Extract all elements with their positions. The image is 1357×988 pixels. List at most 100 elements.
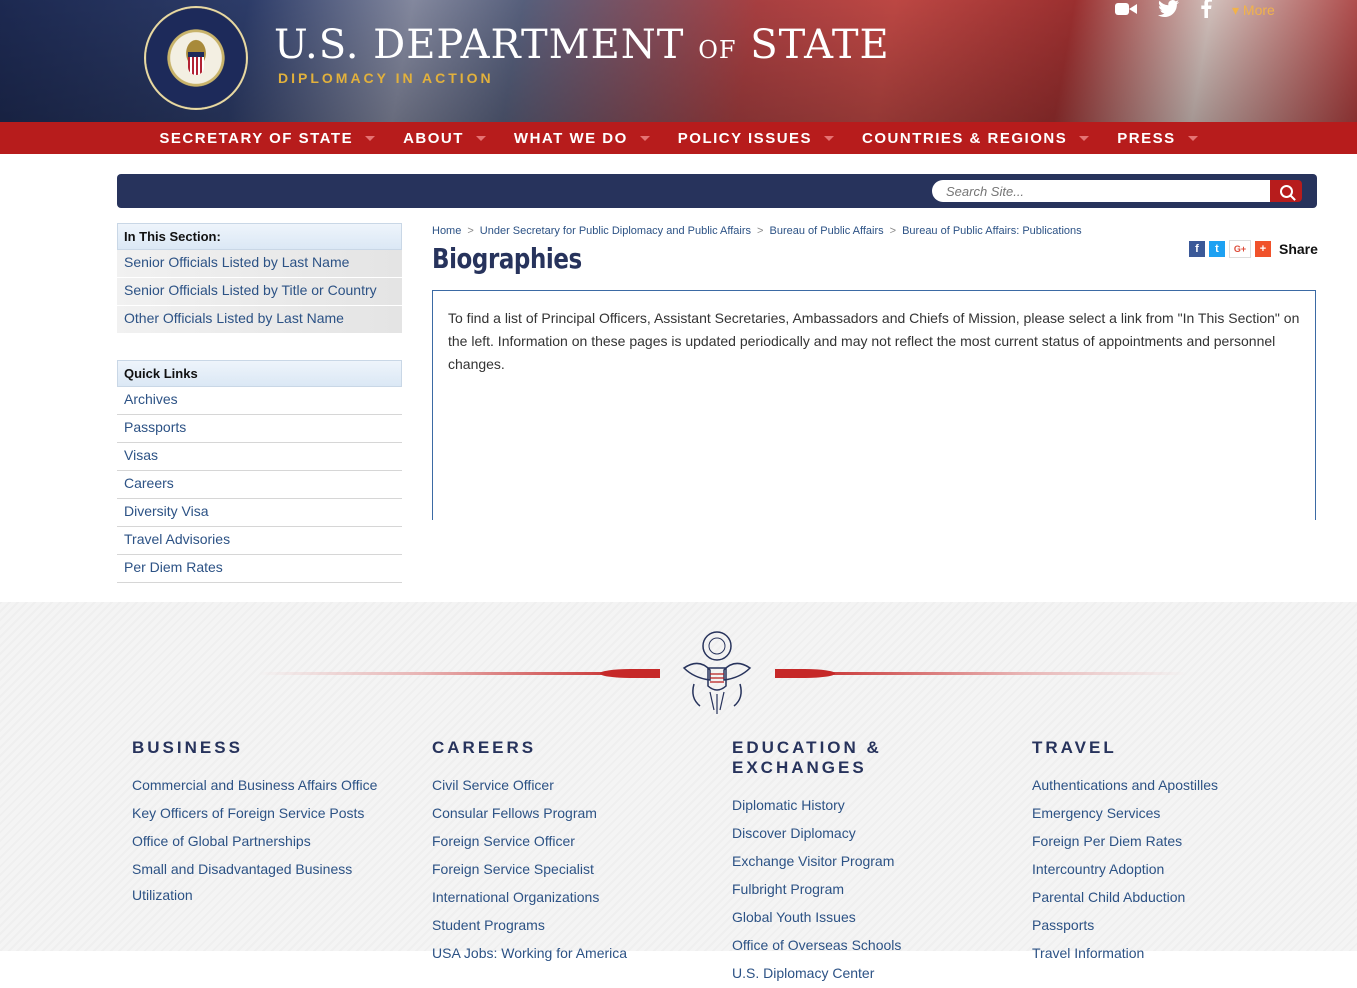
search-icon: [1279, 184, 1293, 198]
footer-link[interactable]: International Organizations: [432, 884, 722, 910]
quick-links-heading: Quick Links: [117, 360, 402, 387]
shield-icon: [188, 52, 204, 75]
quick-link[interactable]: Diversity Visa: [117, 499, 402, 527]
footer-link[interactable]: Small and Disadvantaged Business Utiliza…: [132, 856, 372, 908]
footer-wave-edge: [0, 596, 1357, 608]
site-tagline: DIPLOMACY IN ACTION: [278, 70, 494, 86]
footer-link[interactable]: Foreign Per Diem Rates: [1032, 828, 1322, 854]
content-box: To find a list of Principal Officers, As…: [432, 290, 1316, 520]
page-title: Biographies: [432, 242, 582, 275]
site-footer: BUSINESS Commercial and Business Affairs…: [0, 596, 1357, 981]
search-bar: [117, 174, 1317, 208]
caret-down-icon: [824, 135, 835, 141]
nav-secretary-of-state[interactable]: SECRETARY OF STATE: [159, 129, 376, 147]
footer-heading: CAREERS: [432, 738, 537, 757]
nav-about[interactable]: ABOUT: [403, 130, 486, 147]
quick-link[interactable]: Visas: [117, 443, 402, 471]
quick-link[interactable]: Passports: [117, 415, 402, 443]
footer-link[interactable]: Civil Service Officer: [432, 772, 722, 798]
caret-down-icon: [365, 135, 376, 141]
more-menu-button[interactable]: ▾ More: [1232, 2, 1275, 19]
footer-link[interactable]: Commercial and Business Affairs Office: [132, 772, 422, 798]
google-plus-icon[interactable]: G+: [1229, 240, 1251, 258]
in-this-section: In This Section: Senior Officials Listed…: [117, 223, 402, 334]
breadcrumb-separator: >: [757, 225, 764, 237]
site-title-state: STATE: [750, 22, 890, 68]
site-header: U.S. DEPARTMENT OF STATE DIPLOMACY IN AC…: [0, 0, 1357, 122]
footer-link[interactable]: Passports: [1032, 912, 1322, 938]
footer-divider-left: [258, 669, 660, 678]
breadcrumb-link[interactable]: Home: [432, 225, 461, 237]
in-this-section-heading: In This Section:: [117, 223, 402, 250]
section-link[interactable]: Senior Officials Listed by Title or Coun…: [117, 278, 402, 306]
footer-link[interactable]: Key Officers of Foreign Service Posts: [132, 800, 422, 826]
footer-link[interactable]: Student Programs: [432, 912, 722, 938]
site-title[interactable]: U.S. DEPARTMENT OF STATE: [274, 22, 890, 68]
plus-icon[interactable]: +: [1255, 241, 1271, 257]
footer-link[interactable]: Fulbright Program: [732, 876, 1022, 902]
quick-links: Quick Links Archives Passports Visas Car…: [117, 360, 402, 583]
quick-link[interactable]: Careers: [117, 471, 402, 499]
department-seal-logo[interactable]: [146, 8, 246, 108]
search-input[interactable]: [932, 180, 1270, 202]
nav-press[interactable]: PRESS: [1117, 129, 1198, 147]
footer-link[interactable]: Global Youth Issues: [732, 904, 1022, 930]
more-label: More: [1242, 2, 1275, 18]
left-sidebar: In This Section: Senior Officials Listed…: [117, 223, 402, 583]
footer-link[interactable]: Intercountry Adoption: [1032, 856, 1322, 882]
breadcrumb-link[interactable]: Bureau of Public Affairs: [769, 225, 883, 237]
footer-link[interactable]: Exchange Visitor Program: [732, 848, 1022, 874]
section-link[interactable]: Senior Officials Listed by Last Name: [117, 250, 402, 278]
footer-heading: TRAVEL: [1032, 738, 1117, 757]
quick-link[interactable]: Archives: [117, 387, 402, 415]
footer-link[interactable]: Office of Overseas Schools: [732, 932, 1022, 958]
footer-link[interactable]: Travel Information: [1032, 940, 1322, 966]
facebook-icon[interactable]: f: [1189, 241, 1205, 257]
nav-what-we-do[interactable]: WHAT WE DO: [514, 130, 650, 147]
footer-link[interactable]: Parental Child Abduction: [1032, 884, 1322, 910]
nav-label: SECRETARY OF STATE: [159, 129, 354, 147]
breadcrumb-separator: >: [467, 225, 474, 237]
caret-down-icon: [1187, 135, 1198, 141]
caret-down-icon: [639, 135, 650, 141]
footer-link[interactable]: Authentications and Apostilles: [1032, 772, 1322, 798]
breadcrumb-link[interactable]: Bureau of Public Affairs: Publications: [902, 225, 1082, 237]
social-links: ▾ More: [1114, 0, 1275, 23]
main-nav: SECRETARY OF STATE ABOUT WHAT WE DO POLI…: [0, 122, 1357, 154]
share-bar: f t G+ + Share: [1189, 240, 1318, 258]
nav-label: WHAT WE DO: [513, 129, 628, 147]
quick-link[interactable]: Per Diem Rates: [117, 555, 402, 583]
caret-down-icon: [475, 135, 486, 141]
section-link[interactable]: Other Officials Listed by Last Name: [117, 306, 402, 334]
facebook-icon[interactable]: [1200, 0, 1212, 23]
nav-policy-issues[interactable]: POLICY ISSUES: [677, 129, 835, 147]
eagle-seal-icon: [682, 631, 752, 714]
video-icon[interactable]: [1114, 0, 1138, 23]
nav-label: ABOUT: [403, 129, 464, 147]
footer-link[interactable]: Emergency Services: [1032, 800, 1322, 826]
breadcrumb: Home > Under Secretary for Public Diplom…: [432, 225, 1082, 237]
twitter-icon[interactable]: t: [1209, 241, 1225, 257]
share-button[interactable]: Share: [1279, 241, 1318, 257]
footer-link[interactable]: USA Jobs: Working for America: [432, 940, 722, 966]
twitter-icon[interactable]: [1158, 0, 1180, 23]
site-title-of: OF: [698, 36, 737, 64]
breadcrumb-link[interactable]: Under Secretary for Public Diplomacy and…: [480, 225, 751, 237]
caret-down-icon: [1079, 135, 1090, 141]
nav-countries-regions[interactable]: COUNTRIES & REGIONS: [862, 129, 1090, 147]
search-button[interactable]: [1270, 180, 1302, 202]
footer-column-travel: TRAVEL Authentications and Apostilles Em…: [1032, 738, 1322, 968]
footer-column-business: BUSINESS Commercial and Business Affairs…: [132, 738, 422, 910]
nav-label: POLICY ISSUES: [677, 129, 813, 147]
footer-link[interactable]: Office of Global Partnerships: [132, 828, 422, 854]
footer-link[interactable]: Discover Diplomacy: [732, 820, 1022, 846]
footer-link[interactable]: Diplomatic History: [732, 792, 1022, 818]
quick-link[interactable]: Travel Advisories: [117, 527, 402, 555]
footer-link[interactable]: Foreign Service Officer: [432, 828, 722, 854]
footer-link[interactable]: Consular Fellows Program: [432, 800, 722, 826]
footer-link[interactable]: U.S. Diplomacy Center: [732, 960, 1022, 986]
breadcrumb-separator: >: [889, 225, 897, 237]
footer-link[interactable]: Foreign Service Specialist: [432, 856, 722, 882]
nav-label: COUNTRIES & REGIONS: [862, 129, 1068, 147]
nav-label: PRESS: [1117, 129, 1176, 147]
